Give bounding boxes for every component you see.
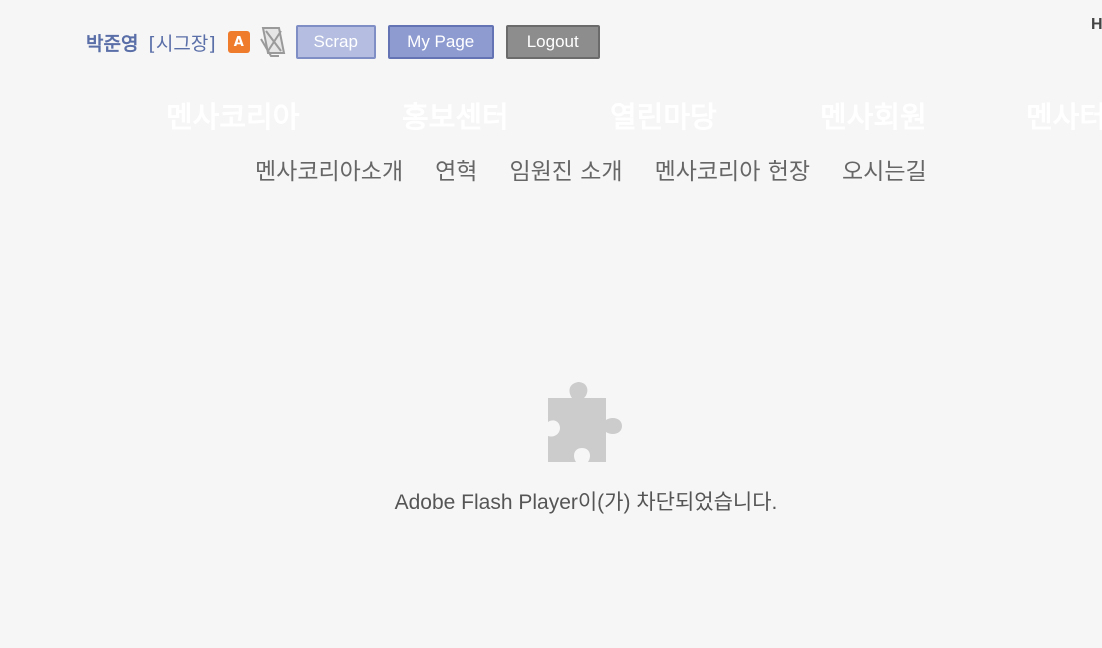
main-nav-item[interactable]: 멘사터: [1026, 94, 1102, 136]
user-name[interactable]: 박준영: [86, 29, 138, 56]
corner-text: H: [1091, 16, 1102, 33]
sub-nav-item[interactable]: 오시는길: [842, 152, 927, 186]
logout-button[interactable]: Logout: [505, 25, 600, 59]
sub-nav: 멘사코리아소개 연혁 임원진 소개 멘사코리아 헌장 오시는길: [255, 152, 927, 186]
main-nav-item[interactable]: 홍보센터: [402, 94, 509, 136]
main-nav-item[interactable]: 멘사회원: [820, 94, 927, 136]
main-nav-item[interactable]: 멘사코리아: [166, 94, 299, 136]
scrap-button[interactable]: Scrap: [295, 25, 376, 59]
main-nav-item[interactable]: 열린마당: [610, 94, 717, 136]
sub-nav-item[interactable]: 임원진 소개: [509, 152, 622, 186]
main-nav: 멘사코리아 홍보센터 열린마당 멘사회원 멘사터: [0, 94, 1102, 134]
user-bar: 박준영 [시그장] A Scrap My Page Logout: [86, 22, 600, 62]
message-icon[interactable]: [256, 24, 288, 60]
puzzle-piece-icon[interactable]: [544, 378, 632, 466]
admin-badge-icon[interactable]: A: [227, 31, 250, 53]
sub-nav-item[interactable]: 멘사코리아 헌장: [655, 152, 810, 186]
flash-blocked-message: Adobe Flash Player이(가) 차단되었습니다.: [394, 491, 778, 514]
page: 박준영 [시그장] A Scrap My Page Logout H 멘사코리아…: [0, 0, 1102, 648]
user-level: [시그장]: [148, 32, 216, 55]
sub-nav-item[interactable]: 멘사코리아소개: [255, 152, 403, 186]
my-page-button[interactable]: My Page: [387, 25, 494, 59]
sub-nav-item[interactable]: 연혁: [435, 152, 477, 186]
